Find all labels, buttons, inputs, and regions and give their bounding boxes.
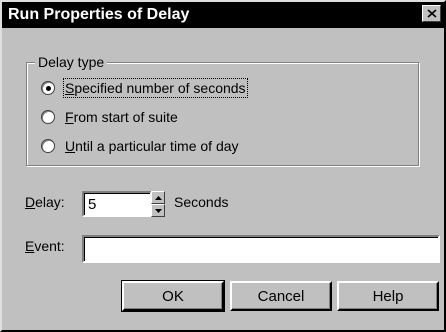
radio-specified-seconds[interactable]: Specified number of seconds [41,78,248,98]
radio-label-specified-seconds: Specified number of seconds [63,78,248,98]
delay-label-rest: elay: [35,194,65,210]
radio-label-specified-seconds-mnemonic: S [65,80,75,96]
arrow-up-icon [154,195,162,200]
cancel-button[interactable]: Cancel [230,281,332,311]
radio-from-start-of-suite[interactable]: From start of suite [41,108,178,126]
spin-up-button[interactable] [151,191,165,204]
spin-down-button[interactable] [151,204,165,217]
window-title: Run Properties of Delay [8,6,190,23]
radio-label-until-time-rest: ntil a particular time of day [75,138,239,154]
title-bar[interactable]: Run Properties of Delay [2,2,444,28]
event-label-mnemonic: E [25,238,35,254]
radio-label-from-start-rest: rom start of suite [73,109,178,125]
delay-units-label: Seconds [174,194,229,210]
radio-selected-dot [45,85,51,91]
delay-seconds-input[interactable] [82,191,152,217]
radio-until-time-of-day[interactable]: Until a particular time of day [41,137,239,155]
arrow-down-icon [154,208,162,213]
radio-button-icon[interactable] [41,139,55,153]
event-label-rest: vent: [34,238,65,254]
radio-label-from-start: From start of suite [65,109,178,125]
radio-label-specified-seconds-rest: pecified number of seconds [74,80,246,96]
delay-type-group: Delay type Specified number of seconds F… [26,54,419,166]
radio-label-until-time-mnemonic: U [65,138,76,154]
radio-button-icon[interactable] [41,81,55,95]
run-properties-dialog: Run Properties of Delay Delay type Speci… [0,0,446,332]
close-icon [426,9,437,18]
delay-label: Delay: [25,194,65,210]
ok-button[interactable]: OK [121,280,225,312]
event-label: Event: [25,238,65,254]
delay-spinner[interactable] [151,191,165,217]
radio-label-from-start-mnemonic: F [65,109,74,125]
radio-label-until-time: Until a particular time of day [65,138,239,154]
radio-button-icon[interactable] [41,110,55,124]
help-button[interactable]: Help [337,281,439,311]
delay-label-mnemonic: D [25,194,36,210]
close-button[interactable] [422,5,441,22]
delay-type-legend: Delay type [35,54,108,70]
event-input[interactable] [82,235,440,263]
